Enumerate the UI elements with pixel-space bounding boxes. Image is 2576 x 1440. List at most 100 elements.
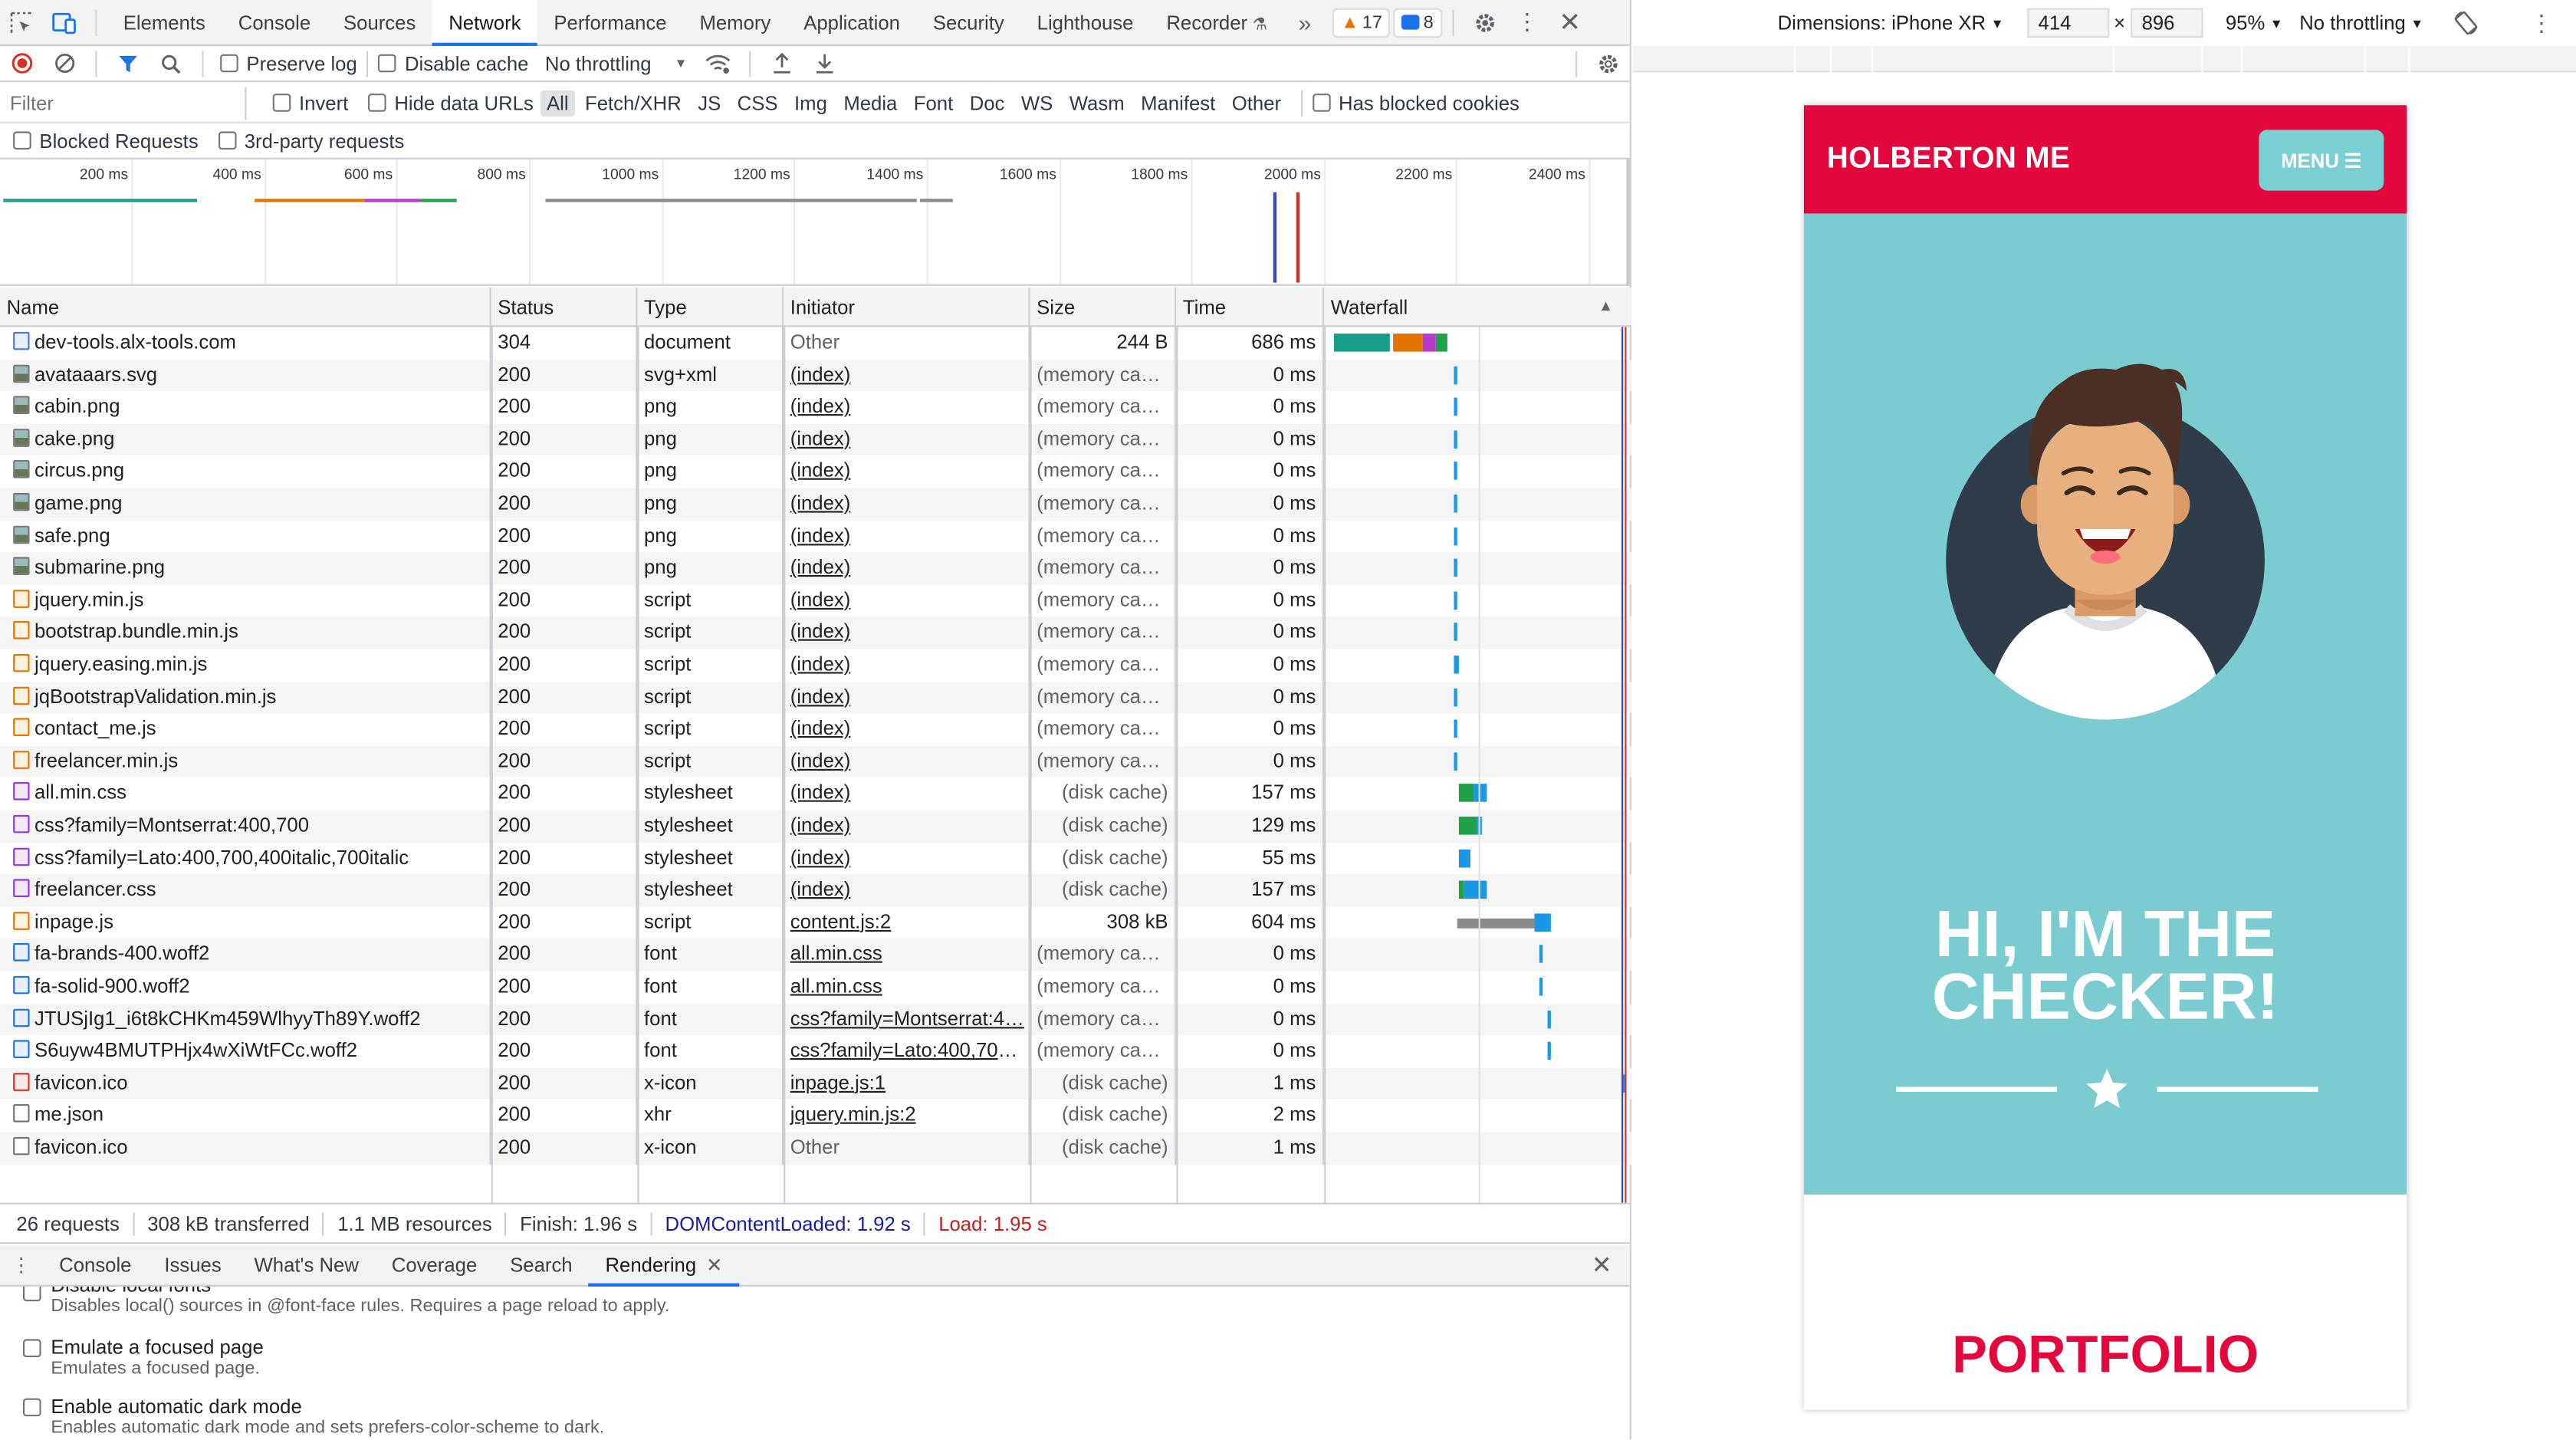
network-settings-gear-icon[interactable] [1587,41,1630,87]
request-name-cell[interactable]: favicon.ico [0,1067,491,1100]
initiator-cell[interactable]: inpage.js:1 [784,1067,1030,1100]
filter-type-css[interactable]: CSS [731,90,784,116]
drawer-tab-rendering[interactable]: Rendering ✕ [589,1244,739,1286]
column-header-waterfall[interactable]: Waterfall [1324,288,1631,327]
filter-type-wasm[interactable]: Wasm [1063,90,1131,116]
rendering-option-checkbox[interactable] [23,1339,41,1357]
initiator-cell[interactable]: (index) [784,488,1030,521]
initiator-cell[interactable]: all.min.css [784,939,1030,972]
request-name-cell[interactable]: bootstrap.bundle.min.js [0,616,491,649]
initiator-cell[interactable]: (index) [784,552,1030,585]
initiator-cell[interactable]: css?family=Lato:400,700,… [784,1035,1030,1068]
table-row[interactable]: safe.png 200 png (index) (memory cache) 0 ms [0,520,1631,553]
table-row[interactable]: jquery.easing.min.js 200 script (index) (mem… [0,649,1631,682]
drawer-tab-what-s-new[interactable]: What's New [238,1244,375,1286]
table-row[interactable]: S6uyw4BMUTPHjx4wXiWtFCc.woff2 200 font css?… [0,1035,1631,1068]
rendering-option-checkbox[interactable] [23,1398,41,1417]
column-header-type[interactable]: Type [637,288,784,327]
request-name-cell[interactable]: game.png [0,488,491,521]
request-name-cell[interactable]: fa-brands-400.woff2 [0,939,491,972]
table-row[interactable]: submarine.png 200 png (index) (memory cache)… [0,552,1631,585]
device-select[interactable]: Dimensions: iPhone XR ▼ [1778,12,2004,35]
request-name-cell[interactable]: jquery.easing.min.js [0,649,491,682]
device-toggle-icon[interactable] [43,0,86,45]
request-name-cell[interactable]: css?family=Montserrat:400,700 [0,810,491,843]
close-drawer-icon[interactable]: ✕ [1580,1242,1623,1288]
filter-input[interactable] [0,86,247,120]
has-blocked-cookies-checkbox[interactable] [1312,94,1331,112]
request-name-cell[interactable]: jquery.min.js [0,584,491,617]
disable-cache-checkbox[interactable] [378,54,397,73]
drawer-tab-issues[interactable]: Issues [148,1244,238,1286]
tab-lighthouse[interactable]: Lighthouse [1020,0,1150,45]
request-name-cell[interactable]: avataaars.svg [0,359,491,392]
throttling-select[interactable]: No throttling ▼ [545,52,688,75]
request-name-cell[interactable]: freelancer.css [0,874,491,907]
third-party-checkbox[interactable] [218,131,237,150]
inspect-element-icon[interactable] [0,0,43,45]
request-name-cell[interactable]: fa-solid-900.woff2 [0,971,491,1004]
tab-performance[interactable]: Performance [537,0,683,45]
table-row[interactable]: game.png 200 png (index) (memory cache) 0 ms [0,488,1631,521]
table-row[interactable]: bootstrap.bundle.min.js 200 script (index)(… [0,616,1631,649]
request-name-cell[interactable]: jqBootstrapValidation.min.js [0,681,491,714]
table-row[interactable]: css?family=Montserrat:400,700 200 styleshe… [0,810,1631,843]
table-row[interactable]: favicon.ico 200 x-icon Other (disk cache) 1 m… [0,1132,1631,1165]
table-row[interactable]: favicon.ico 200 x-icon inpage.js:1 (disk cac… [0,1067,1631,1100]
table-row[interactable]: freelancer.min.js 200 script (index) (memory… [0,745,1631,778]
network-conditions-wifi-icon[interactable] [697,41,740,87]
request-name-cell[interactable]: JTUSjIg1_i6t8kCHKm459WlhyyTh89Y.woff2 [0,1003,491,1036]
request-name-cell[interactable]: contact_me.js [0,713,491,746]
drawer-tab-coverage[interactable]: Coverage [375,1244,493,1286]
messages-badge[interactable]: 8 [1394,7,1442,38]
table-row[interactable]: freelancer.css 200 stylesheet (index) (disk … [0,874,1631,907]
request-name-cell[interactable]: me.json [0,1100,491,1133]
initiator-cell[interactable]: (index) [784,681,1030,714]
table-row[interactable]: circus.png 200 png (index) (memory cache) 0 m… [0,455,1631,488]
settings-gear-icon[interactable] [1463,0,1506,45]
invert-checkbox[interactable] [272,94,291,112]
menu-button[interactable]: MENU ☰ [2259,130,2384,191]
device-more-icon[interactable]: ⋮ [2530,9,2553,37]
rendering-option-checkbox[interactable] [23,1286,41,1302]
column-header-name[interactable]: Name [0,288,491,327]
kebab-menu-icon[interactable]: ⋮ [1506,0,1549,45]
initiator-cell[interactable]: (index) [784,423,1030,456]
initiator-cell[interactable]: (index) [784,455,1030,488]
initiator-cell[interactable]: (index) [784,778,1030,810]
filter-type-ws[interactable]: WS [1014,90,1060,116]
initiator-cell[interactable]: (index) [784,391,1030,424]
media-query-ruler[interactable] [1633,46,2576,73]
request-name-cell[interactable]: submarine.png [0,552,491,585]
tab-network[interactable]: Network [432,0,537,45]
request-name-cell[interactable]: freelancer.min.js [0,745,491,778]
blocked-requests-checkbox[interactable] [13,131,31,150]
table-row[interactable]: dev-tools.alx-tools.com 304 document Other 2… [0,327,1631,360]
hide-data-urls-checkbox[interactable] [368,94,386,112]
more-tabs-chevron-icon[interactable]: » [1283,0,1326,45]
initiator-cell[interactable]: (index) [784,745,1030,778]
request-name-cell[interactable]: all.min.css [0,778,491,810]
initiator-cell[interactable]: all.min.css [784,971,1030,1004]
filter-type-other[interactable]: Other [1225,90,1287,116]
request-name-cell[interactable]: dev-tools.alx-tools.com [0,327,491,360]
filter-funnel-icon[interactable] [107,41,150,87]
table-row[interactable]: JTUSjIg1_i6t8kCHKm459WlhyyTh89Y.woff2 200… [0,1003,1631,1036]
request-name-cell[interactable]: circus.png [0,455,491,488]
table-row[interactable]: inpage.js 200 script content.js:2 308 kB 604 … [0,906,1631,939]
preserve-log-checkbox[interactable] [220,54,238,73]
table-row[interactable]: css?family=Lato:400,700,400italic,700ita… [0,842,1631,875]
device-width-input[interactable]: 414 [2026,8,2109,38]
initiator-cell[interactable]: (index) [784,616,1030,649]
device-height-input[interactable]: 896 [2130,8,2203,38]
request-name-cell[interactable]: safe.png [0,520,491,553]
tab-security[interactable]: Security [916,0,1020,45]
record-stop-icon[interactable] [0,41,43,87]
table-row[interactable]: avataaars.svg 200 svg+xml (index) (memory ca… [0,359,1631,392]
initiator-cell[interactable]: (index) [784,713,1030,746]
close-tab-icon[interactable]: ✕ [706,1253,723,1276]
filter-type-all[interactable]: All [540,89,576,117]
table-row[interactable]: me.json 200 xhr jquery.min.js:2 (disk cache)… [0,1100,1631,1133]
filter-type-font[interactable]: Font [907,90,960,116]
table-row[interactable]: fa-solid-900.woff2 200 font all.min.css (mem… [0,971,1631,1004]
